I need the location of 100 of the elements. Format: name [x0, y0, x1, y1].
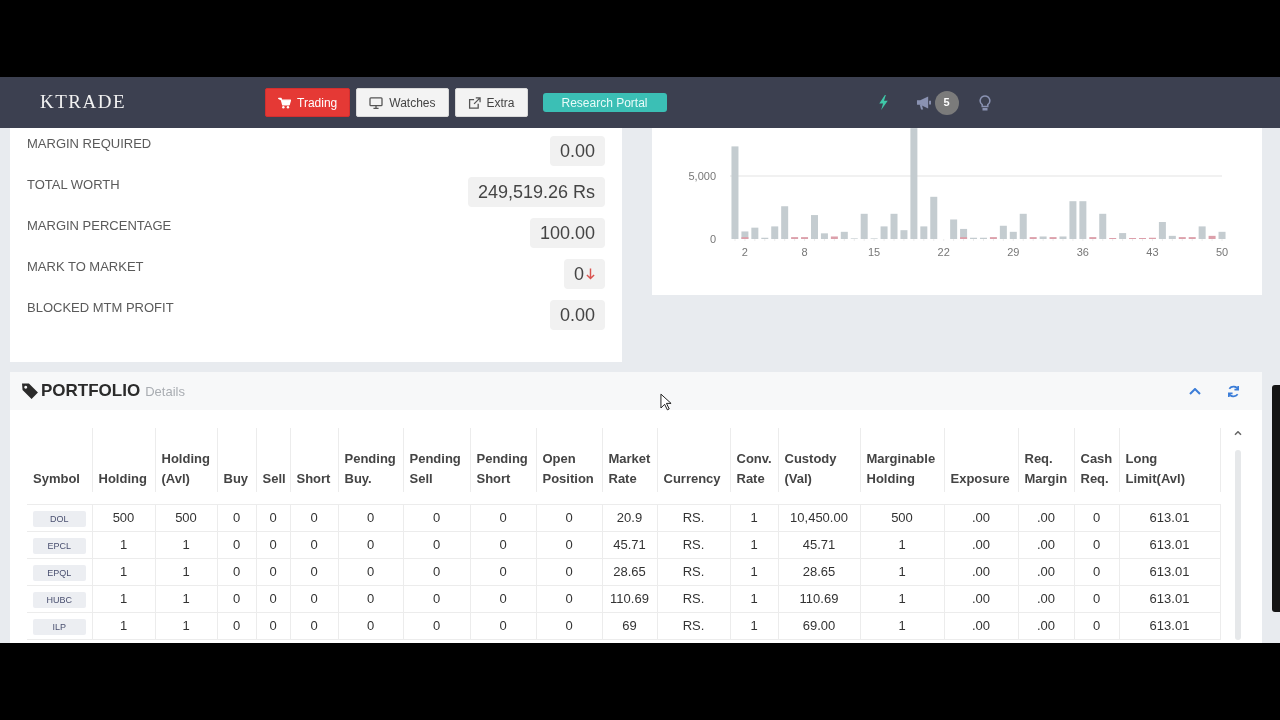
table-cell: 0 — [403, 612, 470, 639]
column-header[interactable]: Holding (Avl) — [155, 428, 217, 492]
bar — [1039, 236, 1047, 239]
symbol-button[interactable]: ILP — [32, 618, 86, 635]
bar — [1069, 201, 1077, 239]
symbol-button[interactable]: EPQL — [32, 564, 86, 581]
table-cell: 500 — [92, 504, 155, 531]
lightning-icon[interactable] — [878, 95, 888, 110]
bar — [1059, 236, 1067, 239]
table-cell: .00 — [1018, 585, 1074, 612]
table-cell: 0 — [1074, 612, 1119, 639]
column-header[interactable]: Marginable Holding — [860, 428, 944, 492]
table-cell: 613.01 — [1119, 585, 1220, 612]
table-cell: 613.01 — [1119, 558, 1220, 585]
column-header[interactable]: Req. Margin — [1018, 428, 1074, 492]
table-cell: 0 — [470, 585, 536, 612]
symbol-button[interactable]: DOL — [32, 510, 86, 527]
table-cell: .00 — [944, 585, 1018, 612]
column-header[interactable]: Exposure — [944, 428, 1018, 492]
table-cell: 1 — [860, 531, 944, 558]
table-cell: 1 — [730, 558, 778, 585]
nav-tab[interactable]: Extra — [454, 88, 528, 117]
table-cell: 0 — [217, 612, 256, 639]
bar — [890, 213, 898, 239]
table-cell: 0 — [536, 612, 602, 639]
bar — [1019, 213, 1027, 239]
table-cell: 110.69 — [778, 585, 860, 612]
refresh-icon[interactable] — [1227, 384, 1240, 398]
table-cell: 0 — [1074, 531, 1119, 558]
symbol-button[interactable]: EPCL — [32, 537, 86, 554]
bar — [830, 236, 838, 239]
chevron-up-icon[interactable] — [1189, 387, 1201, 395]
table-cell: 1 — [730, 531, 778, 558]
bar — [1168, 235, 1176, 239]
tag-icon — [22, 383, 39, 399]
column-header[interactable]: Pending Sell — [403, 428, 470, 492]
table-cell: 0 — [338, 558, 403, 585]
column-header[interactable]: Custody (Val) — [778, 428, 860, 492]
axis-label: 0 — [709, 233, 716, 245]
axis-label: 36 — [1076, 246, 1089, 258]
lightbulb-icon[interactable] — [978, 94, 991, 111]
table-cell: 0 — [536, 558, 602, 585]
table-cell: 45.71 — [602, 531, 657, 558]
nav-tab[interactable]: Trading — [265, 88, 351, 117]
table-cell: 1 — [92, 585, 155, 612]
column-header[interactable]: Buy — [217, 428, 256, 492]
column-header[interactable]: Currency — [657, 428, 730, 492]
table-cell: 0 — [1074, 558, 1119, 585]
table-cell: 0 — [290, 531, 338, 558]
nav-tab[interactable]: Watches — [356, 88, 449, 117]
table-cell: 0 — [338, 585, 403, 612]
column-header[interactable]: Market Rate — [602, 428, 657, 492]
column-header[interactable]: Symbol — [27, 428, 92, 492]
table-cell: RS. — [657, 504, 730, 531]
column-header[interactable]: Conv. Rate — [730, 428, 778, 492]
bar — [1158, 222, 1166, 239]
table-cell: 45.71 — [778, 531, 860, 558]
section-title: PORTFOLIO — [41, 380, 141, 403]
column-header[interactable]: Sell — [256, 428, 290, 492]
summary-label: TOTAL WORTH — [27, 177, 120, 193]
column-header[interactable]: Open Position — [536, 428, 602, 492]
column-header[interactable]: Pending Short — [470, 428, 536, 492]
down-arrow-icon — [586, 268, 595, 280]
table-cell: 10,450.00 — [778, 504, 860, 531]
symbol-button[interactable]: HUBC — [32, 591, 86, 608]
table-cell: 1 — [860, 585, 944, 612]
bar — [1099, 213, 1107, 239]
table-cell: .00 — [1018, 504, 1074, 531]
table-cell: 1 — [860, 612, 944, 639]
scrollbar-thumb[interactable] — [1235, 450, 1241, 640]
column-header[interactable]: Holding — [92, 428, 155, 492]
table-cell: 500 — [155, 504, 217, 531]
column-header[interactable]: Pending Buy. — [338, 428, 403, 492]
megaphone-icon[interactable] — [915, 95, 931, 110]
table-cell: .00 — [1018, 531, 1074, 558]
summary-label: MARGIN REQUIRED — [27, 136, 152, 152]
bar — [900, 230, 908, 239]
external-link-icon — [467, 96, 481, 109]
logo[interactable]: KTRADE — [40, 88, 127, 117]
table-cell: 0 — [290, 558, 338, 585]
summary-value: 0.00 — [559, 139, 595, 163]
column-header[interactable]: Short — [290, 428, 338, 492]
table-cell: 0 — [217, 504, 256, 531]
table-cell: 0 — [1074, 585, 1119, 612]
table-cell: 20.9 — [602, 504, 657, 531]
table-cell: 0 — [536, 531, 602, 558]
table-cell: .00 — [1018, 558, 1074, 585]
table-cell: 0 — [256, 504, 290, 531]
table-cell: 1 — [155, 558, 217, 585]
scroll-up-icon[interactable] — [1234, 431, 1242, 436]
table-cell: 0 — [470, 558, 536, 585]
table-cell: 1 — [730, 612, 778, 639]
table-cell: 0 — [256, 558, 290, 585]
table-cell: 0 — [536, 585, 602, 612]
bar — [1079, 201, 1087, 239]
column-header[interactable]: Cash Req. — [1074, 428, 1119, 492]
column-header[interactable]: Long Limit(Avl) — [1119, 428, 1220, 492]
table-cell: 0 — [256, 612, 290, 639]
summary-label: MARGIN PERCENTAGE — [27, 218, 172, 234]
bar — [1009, 231, 1017, 239]
